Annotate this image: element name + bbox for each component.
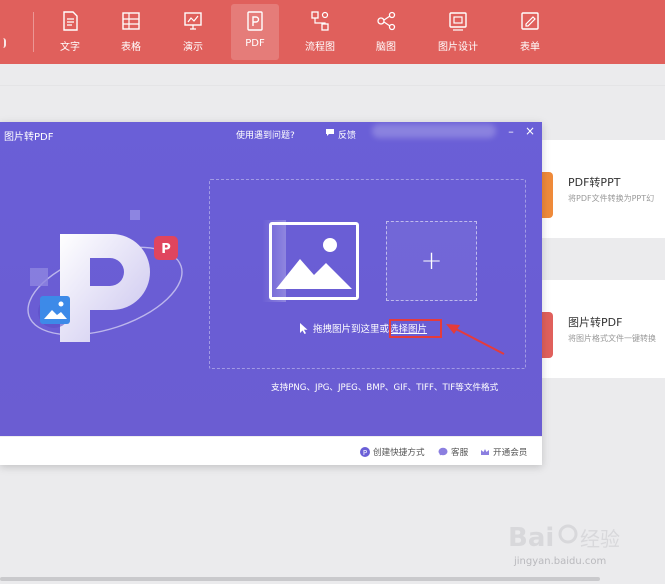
tool-card-pdf-to-ppt[interactable]: PDF转PPT 将PDF文件转换为PPT幻 [541,140,665,238]
toolbar-item-label: 脑图 [376,42,396,53]
card-title: PDF转PPT [568,176,621,189]
toolbar-item-form[interactable]: 表单 [506,4,554,60]
toolbar-item-label: 图片设计 [438,42,478,53]
minimize-button[interactable]: – [506,126,516,138]
svg-text:P: P [363,449,367,457]
toolbar-item-label: PDF [245,38,265,49]
p-logo-icon: P [360,447,370,457]
toolbar-item-image-design[interactable]: 图片设计 [434,4,482,60]
card-description: 将图片格式文件一键转换 [568,334,656,343]
blurred-area [372,124,496,138]
toolbar-item-label: 流程图 [305,42,335,53]
dialog-title: 图片转PDF [4,132,54,143]
cursor-icon [300,322,308,334]
flowchart-icon [311,11,329,31]
watermark-url: jingyan.baidu.com [514,556,607,567]
create-shortcut-label: 创建快捷方式 [373,448,425,458]
svg-text:P: P [161,242,171,257]
vip-link[interactable]: 开通会员 [480,446,527,458]
crown-icon [481,449,489,455]
toolbar-edge-tab [0,38,6,48]
card-accent [541,172,553,218]
add-image-button[interactable]: + [386,221,477,301]
table-icon [122,12,140,30]
create-shortcut-link[interactable]: P 创建快捷方式 [360,446,425,458]
image-to-pdf-dialog: 图片转PDF 使用遇到问题? 反馈 – × P + 拖拽图片到这里或 选择图片 … [0,122,542,465]
toolbar-item-mindmap[interactable]: 脑图 [362,4,410,60]
mindmap-icon [377,11,396,31]
customer-service-label: 客服 [451,448,469,458]
card-accent [541,312,553,358]
image-design-icon [449,12,467,31]
toolbar-item-text[interactable]: 文字 [46,4,94,60]
pdf-logo-illustration: P [27,210,183,342]
toolbar-item-pdf[interactable]: PDF [231,4,279,60]
tool-card-image-to-pdf[interactable]: 图片转PDF 将图片格式文件一键转换 [541,280,665,378]
chat-icon [438,447,448,456]
pdf-icon [247,11,263,31]
form-icon [521,12,539,30]
image-placeholder[interactable] [269,222,359,300]
annotation-highlight-box [389,319,442,338]
dialog-body: 图片转PDF 使用遇到问题? 反馈 – × P + 拖拽图片到这里或 选择图片 … [0,122,542,436]
chat-bubble-icon [326,129,334,136]
toolbar-divider [33,12,34,52]
toolbar-item-label: 演示 [183,42,203,53]
divider-line [0,85,665,86]
annotation-arrow-icon [446,324,505,355]
top-toolbar: 文字 表格 演示 PDF 流程图 脑图 图片设计 表单 [0,0,665,64]
toolbar-item-label: 文字 [60,42,80,53]
card-title: 图片转PDF [568,316,623,329]
help-link[interactable]: 使用遇到问题? [236,128,295,141]
presentation-icon [184,12,202,30]
svg-text:Bai: Bai [508,523,554,553]
toolbar-item-table[interactable]: 表格 [107,4,155,60]
plus-icon: + [420,246,443,276]
close-button[interactable]: × [524,125,536,138]
svg-text:经验: 经验 [580,527,620,551]
mountain-image-icon [276,238,352,289]
document-icon [63,11,78,31]
card-description: 将PDF文件转换为PPT幻 [568,194,655,203]
drop-hint-text: 拖拽图片到这里或 [313,324,390,335]
supported-formats-text: 支持PNG、JPG、JPEG、BMP、GIF、TIFF、TIF等文件格式 [271,383,499,393]
dialog-footer: P 创建快捷方式 客服 开通会员 [0,436,542,465]
horizontal-scrollbar[interactable] [0,577,600,581]
customer-service-link[interactable]: 客服 [438,446,468,458]
toolbar-item-presentation[interactable]: 演示 [169,4,217,60]
feedback-link[interactable]: 反馈 [338,128,356,141]
toolbar-item-label: 表单 [520,42,540,53]
toolbar-item-label: 表格 [121,42,141,53]
vip-label: 开通会员 [493,448,528,458]
toolbar-item-flowchart[interactable]: 流程图 [296,4,344,60]
